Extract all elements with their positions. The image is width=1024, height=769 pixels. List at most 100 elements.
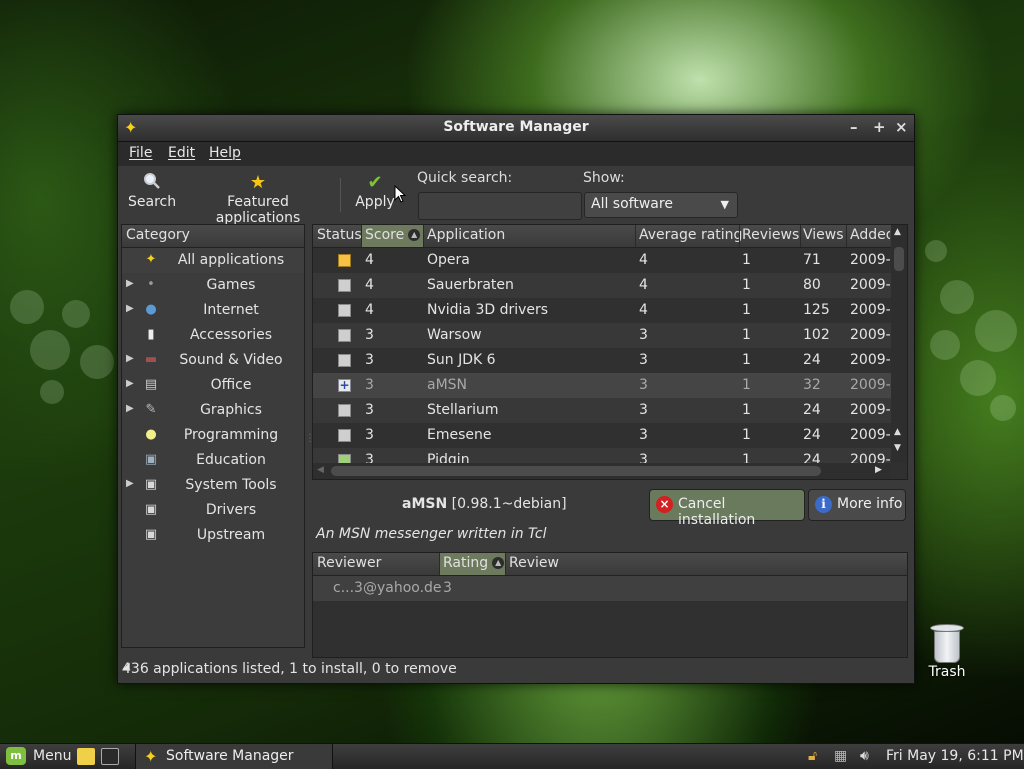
- menu-file[interactable]: File: [129, 145, 152, 161]
- column-separator: [361, 225, 362, 247]
- table-row[interactable]: 4 Sauerbraten 4 1 80 2009-: [313, 273, 891, 298]
- status-bar: 436 applications listed, 1 to install, 0…: [118, 659, 914, 683]
- column-separator: [635, 225, 636, 247]
- column-status[interactable]: Status: [317, 227, 362, 243]
- brush-icon: ✎: [145, 402, 157, 417]
- column-score[interactable]: Score ▲: [365, 227, 421, 243]
- table-row[interactable]: 3 Warsow 3 1 102 2009-: [313, 323, 891, 348]
- category-programming[interactable]: ● Programming: [122, 423, 304, 448]
- apply-button[interactable]: ✔ Apply: [354, 172, 396, 210]
- column-added[interactable]: Added: [850, 227, 890, 243]
- text-editor-launcher-icon[interactable]: [77, 748, 95, 765]
- status-checkbox[interactable]: [338, 254, 351, 267]
- category-graphics[interactable]: ▶ ✎ Graphics: [122, 398, 304, 423]
- category-all-applications[interactable]: ✦ All applications: [122, 248, 304, 273]
- category-upstream[interactable]: ▣ Upstream: [122, 523, 304, 548]
- scroll-down-icon[interactable]: ▼: [894, 443, 901, 453]
- column-application[interactable]: Application: [427, 227, 505, 243]
- category-office[interactable]: ▶ ▤ Office: [122, 373, 304, 398]
- featured-applications-button[interactable]: ★ Featured applications: [186, 172, 330, 226]
- status-checkbox[interactable]: [338, 354, 351, 367]
- column-views[interactable]: Views: [803, 227, 844, 243]
- scroll-right-icon[interactable]: ▶: [875, 465, 882, 475]
- show-label: Show:: [583, 170, 625, 186]
- category-accessories[interactable]: ▮ Accessories: [122, 323, 304, 348]
- category-internet[interactable]: ▶ ● Internet: [122, 298, 304, 323]
- update-manager-icon[interactable]: 🔓︎: [808, 748, 817, 764]
- column-review[interactable]: Review: [509, 555, 559, 571]
- expander-icon[interactable]: ▶: [126, 378, 134, 389]
- table-row[interactable]: 3 Stellarium 3 1 24 2009-: [313, 398, 891, 423]
- checkmark-icon: ✔: [367, 172, 383, 193]
- expander-icon[interactable]: ▶: [126, 353, 134, 364]
- column-average-rating[interactable]: Average rating: [639, 227, 742, 243]
- trash-can-lid: [930, 624, 964, 632]
- title-bar[interactable]: ✦ Software Manager – + ×: [118, 115, 914, 142]
- network-icon[interactable]: ▦: [834, 748, 847, 764]
- table-row-selected[interactable]: + 3 aMSN 3 1 32 2009-: [313, 373, 891, 398]
- menu-edit[interactable]: Edit: [168, 145, 195, 161]
- menu-bar: File Edit Help: [118, 142, 914, 166]
- vertical-scrollbar-thumb[interactable]: [894, 247, 904, 271]
- status-checkbox[interactable]: [338, 304, 351, 317]
- terminal-launcher-icon[interactable]: [101, 748, 119, 765]
- table-row[interactable]: 4 Opera 4 1 71 2009-: [313, 248, 891, 273]
- application-list-header: Status Score ▲ Application Average rating…: [313, 225, 891, 248]
- volume-icon[interactable]: 🔊︎: [860, 748, 869, 764]
- taskbar-software-manager[interactable]: ✦ Software Manager: [135, 744, 333, 769]
- status-checkbox[interactable]: [338, 329, 351, 342]
- status-checkbox[interactable]: [338, 279, 351, 292]
- install-marked-icon[interactable]: +: [338, 379, 351, 392]
- review-row[interactable]: c...3@yahoo.de 3: [313, 576, 907, 601]
- mint-logo-icon: m: [6, 747, 26, 765]
- expander-icon[interactable]: ▶: [126, 303, 134, 314]
- clock[interactable]: Fri May 19, 6:11 PM: [886, 748, 1024, 764]
- more-info-button[interactable]: i More info: [808, 489, 906, 521]
- search-button[interactable]: Search: [128, 172, 176, 210]
- sort-ascending-icon: ▲: [408, 229, 421, 241]
- expander-icon[interactable]: ▶: [126, 403, 134, 414]
- window-resize-grip[interactable]: ◢: [122, 661, 910, 672]
- application-detail: aMSN [0.98.1~debian] × Cancel installati…: [312, 482, 908, 658]
- sparkle-icon: ✦: [145, 252, 157, 267]
- close-button[interactable]: ×: [895, 118, 908, 136]
- sort-ascending-icon: ▲: [492, 557, 505, 569]
- table-row[interactable]: 4 Nvidia 3D drivers 4 1 125 2009-: [313, 298, 891, 323]
- selected-app-title: aMSN [0.98.1~debian]: [402, 496, 567, 512]
- quick-search-input[interactable]: [418, 192, 582, 220]
- status-checkbox[interactable]: [338, 429, 351, 442]
- minimize-button[interactable]: –: [850, 118, 858, 136]
- joystick-icon: •: [147, 277, 155, 292]
- horizontal-scrollbar[interactable]: ◀ ▶: [313, 463, 891, 479]
- category-header[interactable]: Category: [122, 225, 304, 248]
- category-drivers[interactable]: ▣ Drivers: [122, 498, 304, 523]
- category-sound-video[interactable]: ▶ ▬ Sound & Video: [122, 348, 304, 373]
- category-education[interactable]: ▣ Education: [122, 448, 304, 473]
- category-system-tools[interactable]: ▶ ▣ System Tools: [122, 473, 304, 498]
- bokeh: [930, 330, 960, 360]
- bokeh: [990, 395, 1016, 421]
- status-checkbox[interactable]: [338, 404, 351, 417]
- trash-label: Trash: [928, 664, 966, 680]
- menu-help[interactable]: Help: [209, 145, 241, 161]
- category-games[interactable]: ▶ • Games: [122, 273, 304, 298]
- table-row[interactable]: 3 Emesene 3 1 24 2009-: [313, 423, 891, 448]
- table-row[interactable]: 3 Sun JDK 6 3 1 24 2009-: [313, 348, 891, 373]
- education-icon: ▣: [144, 452, 158, 467]
- maximize-button[interactable]: +: [873, 118, 886, 136]
- column-separator: [800, 225, 801, 247]
- expander-icon[interactable]: ▶: [126, 278, 134, 289]
- expander-icon[interactable]: ▶: [126, 478, 134, 489]
- scroll-up-icon[interactable]: ▲: [894, 227, 901, 237]
- trash-desktop-icon[interactable]: Trash: [920, 624, 974, 680]
- horizontal-scrollbar-thumb[interactable]: [331, 466, 821, 476]
- scroll-up-icon[interactable]: ▲: [894, 427, 901, 437]
- show-filter-dropdown[interactable]: All software ▼: [584, 192, 738, 218]
- column-rating[interactable]: Rating ▲: [443, 555, 505, 571]
- column-reviewer[interactable]: Reviewer: [317, 555, 381, 571]
- vertical-scrollbar[interactable]: ▲ ▲ ▼: [891, 225, 907, 463]
- software-manager-window: ✦ Software Manager – + × File Edit Help …: [117, 114, 915, 684]
- scroll-left-icon[interactable]: ◀: [317, 465, 324, 475]
- cancel-installation-button[interactable]: × Cancel installation: [649, 489, 805, 528]
- column-reviews[interactable]: Reviews: [742, 227, 799, 243]
